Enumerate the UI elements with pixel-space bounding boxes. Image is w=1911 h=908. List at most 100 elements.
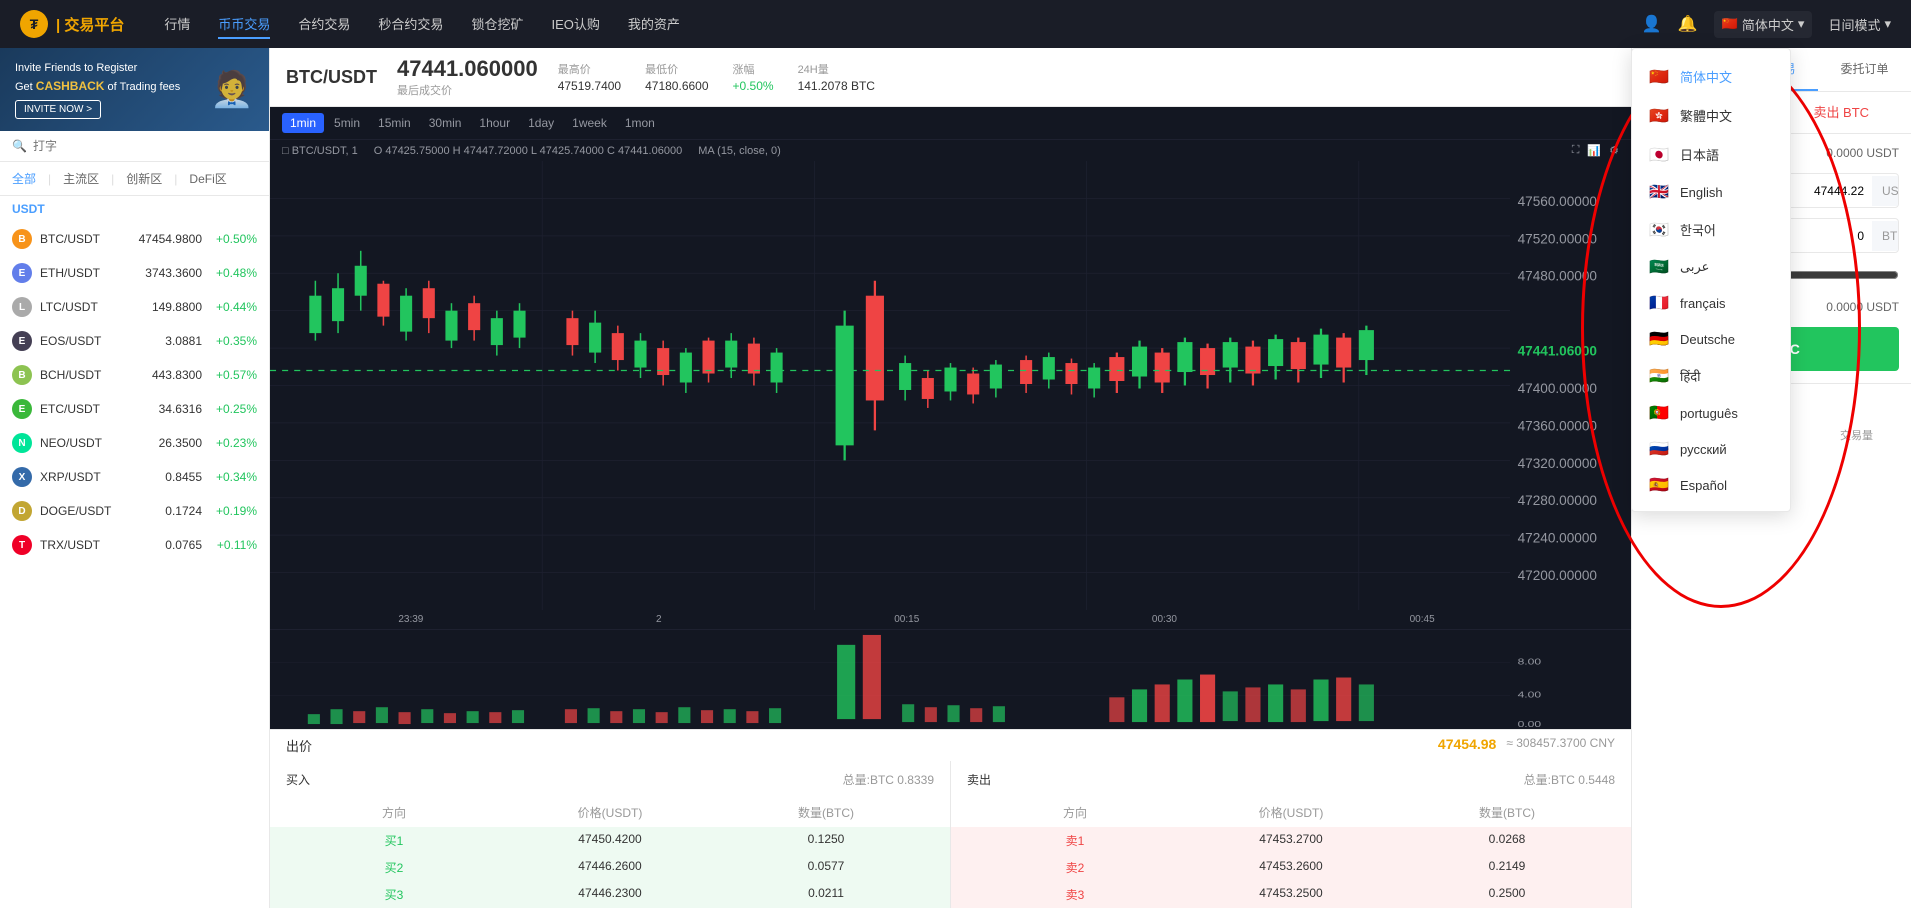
lang-item-繁體中文[interactable]: 🇭🇰繁體中文 (1632, 96, 1790, 135)
coin-change: +0.35% (202, 334, 257, 348)
sidebar-tab-divider: | (48, 172, 51, 186)
sidebar-tab-DeFi区[interactable]: DeFi区 (189, 168, 226, 189)
time-button-30min[interactable]: 30min (421, 113, 470, 133)
chart-icons: ⛶ 📊 ⚙ (1572, 144, 1619, 157)
lang-flag: 🇨🇳 (1722, 16, 1738, 32)
time-button-1day[interactable]: 1day (520, 113, 562, 133)
time-button-1min[interactable]: 1min (282, 113, 324, 133)
coin-price: 47454.9800 (122, 232, 202, 246)
coin-row[interactable]: LLTC/USDT149.8800+0.44% (0, 290, 269, 324)
ask-price: 47453.2600 (1183, 859, 1399, 876)
user-icon[interactable]: 👤 (1642, 14, 1662, 34)
bid-row: 买347446.23000.0211 (270, 881, 950, 908)
coin-icon: X (12, 467, 32, 487)
bid-direction: 买2 (286, 859, 502, 876)
bid-rows: 买147450.42000.1250买247446.26000.0577买347… (270, 827, 950, 908)
banner-figure: 🧑‍💼 (210, 69, 254, 110)
flag-icon: 🇷🇺 (1648, 441, 1670, 457)
lang-label: 简体中文 (1680, 67, 1732, 86)
cny-equiv: ≈ 308457.3700 CNY (1506, 736, 1615, 755)
main-layout: Invite Friends to Register Get CASHBACK … (0, 48, 1911, 908)
lang-item-عربى[interactable]: 🇸🇦 عربى (1632, 249, 1790, 285)
coin-row[interactable]: EETH/USDT3743.3600+0.48% (0, 256, 269, 290)
ticker-stat-label: 最低价 (645, 61, 708, 77)
invite-button[interactable]: INVITE NOW > (15, 100, 101, 119)
svg-text:47320.00000: 47320.00000 (1518, 456, 1597, 471)
lang-item-português[interactable]: 🇵🇹português (1632, 395, 1790, 431)
ask-row: 卖247453.26000.2149 (951, 854, 1631, 881)
quantity-unit: BTC (1872, 221, 1899, 251)
ask-direction: 卖2 (967, 859, 1183, 876)
coin-icon: E (12, 399, 32, 419)
nav-link-锁仓挖矿[interactable]: 锁仓挖矿 (471, 10, 523, 39)
theme-toggle[interactable]: 日间模式 ▾ (1828, 15, 1891, 34)
nav-link-IEO认购[interactable]: IEO认购 (551, 10, 599, 39)
svg-text:47360.00000: 47360.00000 (1518, 418, 1597, 433)
coin-row[interactable]: NNEO/USDT26.3500+0.23% (0, 426, 269, 460)
coin-name: TRX/USDT (40, 538, 122, 552)
sell-tab[interactable]: 卖出 BTC (1772, 92, 1911, 133)
lang-item-हिंदी[interactable]: 🇮🇳हिंदी (1632, 357, 1790, 395)
ask-table: 卖出 总量:BTC 0.5448 方向 价格(USDT) 数量(BTC) 卖14… (951, 761, 1631, 908)
coin-row[interactable]: EEOS/USDT3.0881+0.35% (0, 324, 269, 358)
lang-label: عربى (1680, 259, 1709, 275)
nav-link-合约交易[interactable]: 合约交易 (298, 10, 350, 39)
search-input[interactable] (33, 139, 257, 153)
coin-row[interactable]: DDOGE/USDT0.1724+0.19% (0, 494, 269, 528)
chart-settings-icon[interactable]: ⚙ (1609, 144, 1619, 157)
lang-item-русский[interactable]: 🇷🇺русский (1632, 431, 1790, 467)
chart-pair-label: □ BTC/USDT, 1 (282, 145, 358, 157)
sidebar-tab-创新区[interactable]: 创新区 (126, 168, 162, 189)
bell-icon[interactable]: 🔔 (1678, 14, 1698, 34)
logo[interactable]: ₮ | 交易平台 (20, 10, 124, 38)
flag-icon: 🇸🇦 (1648, 259, 1670, 275)
coin-row[interactable]: BBTC/USDT47454.9800+0.50% (0, 222, 269, 256)
coin-row[interactable]: EETC/USDT34.6316+0.25% (0, 392, 269, 426)
lang-item-deutsche[interactable]: 🇩🇪Deutsche (1632, 321, 1790, 357)
coin-row[interactable]: XXRP/USDT0.8455+0.34% (0, 460, 269, 494)
time-button-15min[interactable]: 15min (370, 113, 419, 133)
lang-item-español[interactable]: 🇪🇸Español (1632, 467, 1790, 503)
coin-change: +0.11% (202, 538, 257, 552)
lang-item-한국어[interactable]: 🇰🇷한국어 (1632, 210, 1790, 249)
coin-price: 34.6316 (122, 402, 202, 416)
lang-label: English (1680, 185, 1723, 200)
coin-price: 0.8455 (122, 470, 202, 484)
coin-row[interactable]: TTRX/USDT0.0765+0.11% (0, 528, 269, 562)
coin-row[interactable]: BBCH/USDT443.8300+0.57% (0, 358, 269, 392)
time-button-5min[interactable]: 5min (326, 113, 368, 133)
order-book-label: 出价 (286, 736, 312, 755)
sidebar-tab-主流区[interactable]: 主流区 (63, 168, 99, 189)
nav-link-我的资产[interactable]: 我的资产 (628, 10, 680, 39)
chart-type-icon[interactable]: 📊 (1587, 144, 1601, 157)
lang-label: 简体中文 (1742, 15, 1794, 34)
language-selector[interactable]: 🇨🇳 简体中文 ▾ (1714, 11, 1813, 38)
lang-item-日本語[interactable]: 🇯🇵日本語 (1632, 135, 1790, 174)
bid-qty: 0.0577 (718, 859, 934, 876)
ask-price: 47453.2700 (1183, 832, 1399, 849)
lang-item-简体中文[interactable]: 🇨🇳简体中文 (1632, 57, 1790, 96)
sidebar-tab-全部[interactable]: 全部 (12, 168, 36, 189)
time-button-1mon[interactable]: 1mon (617, 113, 663, 133)
bid-direction: 买1 (286, 832, 502, 849)
ask-label: 卖出 (967, 771, 991, 788)
time-button-1week[interactable]: 1week (564, 113, 615, 133)
trade-tab-委托订单[interactable]: 委托订单 (1818, 48, 1911, 91)
lang-item-english[interactable]: 🇬🇧English (1632, 174, 1790, 210)
svg-text:47400.00000: 47400.00000 (1518, 381, 1597, 396)
nav-link-行情[interactable]: 行情 (164, 10, 190, 39)
lang-label: 한국어 (1680, 220, 1716, 239)
nav-link-币币交易[interactable]: 币币交易 (218, 10, 270, 39)
nav-link-秒合约交易[interactable]: 秒合约交易 (378, 10, 443, 39)
all-trades-col: 交易量 (1814, 427, 1899, 443)
lang-label: português (1680, 406, 1738, 421)
svg-text:47480.00000: 47480.00000 (1518, 269, 1597, 284)
bid-price: 47446.2600 (502, 859, 718, 876)
ask-col-price: 价格(USDT) (1183, 804, 1399, 821)
price-unit: USDT (1872, 176, 1899, 206)
fullscreen-icon[interactable]: ⛶ (1572, 144, 1580, 157)
chart-toolbar: 1min5min15min30min1hour1day1week1mon (270, 107, 1631, 140)
time-button-1hour[interactable]: 1hour (471, 113, 518, 133)
flag-icon: 🇩🇪 (1648, 331, 1670, 347)
lang-item-français[interactable]: 🇫🇷français (1632, 285, 1790, 321)
